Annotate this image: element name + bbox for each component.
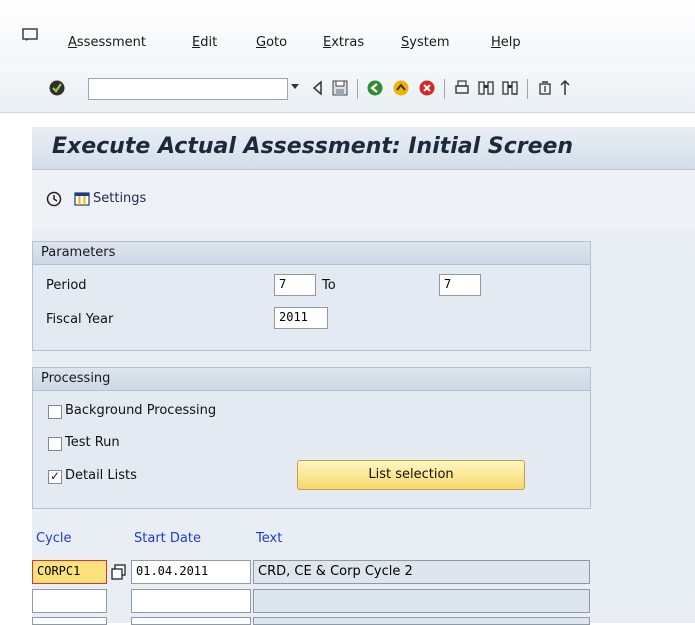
- start-date-cell[interactable]: [131, 617, 251, 625]
- test-run-checkbox[interactable]: [48, 437, 62, 451]
- cycle-cell[interactable]: CORPC1: [32, 560, 107, 584]
- text-cell: [253, 617, 590, 625]
- cycle-cell[interactable]: [32, 617, 107, 625]
- checkmark-icon: ✓: [50, 469, 61, 483]
- settings-button[interactable]: Settings: [93, 191, 146, 206]
- fiscal-year-label: Fiscal Year: [46, 312, 114, 327]
- menu-icon[interactable]: [22, 28, 38, 42]
- execute-clock-icon[interactable]: [46, 191, 62, 207]
- toolbar-separator: [444, 79, 445, 99]
- menu-extras[interactable]: Extras: [323, 35, 364, 50]
- text-cell: CRD, CE & Corp Cycle 2: [253, 560, 590, 584]
- system-toolbar: [0, 62, 695, 113]
- period-label: Period: [46, 278, 87, 293]
- title-bar: Execute Actual Assessment: Initial Scree…: [32, 127, 695, 170]
- start-date-column-header: Start Date: [134, 531, 201, 546]
- detail-lists-label: Detail Lists: [65, 468, 137, 483]
- find-next-icon[interactable]: [501, 79, 519, 97]
- first-page-icon[interactable]: [536, 79, 554, 97]
- cycle-column-header: Cycle: [36, 531, 72, 546]
- menu-goto[interactable]: Goto: [256, 35, 287, 50]
- menu-help[interactable]: Help: [491, 35, 521, 50]
- exit-icon[interactable]: [392, 79, 410, 97]
- text-column-header: Text: [256, 531, 283, 546]
- to-label: To: [322, 278, 336, 293]
- menu-system[interactable]: System: [401, 35, 450, 50]
- toolbar-separator: [357, 79, 358, 99]
- command-field[interactable]: [88, 78, 288, 100]
- print-icon[interactable]: [453, 79, 471, 97]
- processing-title: Processing: [41, 371, 111, 386]
- back-triangle-icon[interactable]: [309, 79, 327, 97]
- cancel-icon[interactable]: [418, 79, 436, 97]
- menu-assessment[interactable]: Assessment: [68, 35, 146, 50]
- period-to-field[interactable]: 7: [439, 274, 481, 296]
- value-help-icon[interactable]: [111, 564, 127, 580]
- cycle-cell[interactable]: [32, 589, 107, 613]
- parameters-title: Parameters: [41, 245, 116, 260]
- parameters-header: Parameters: [33, 242, 590, 265]
- page-title: Execute Actual Assessment: Initial Scree…: [52, 134, 574, 159]
- background-processing-checkbox[interactable]: [48, 405, 62, 419]
- menu-bar: Assessment Edit Goto Extras System Help: [0, 0, 695, 62]
- settings-table-icon[interactable]: [74, 191, 90, 207]
- back-icon[interactable]: [366, 79, 384, 97]
- test-run-label: Test Run: [65, 435, 120, 450]
- start-date-cell[interactable]: 01.04.2011: [131, 560, 251, 584]
- dropdown-icon[interactable]: [290, 81, 300, 91]
- processing-header: Processing: [33, 368, 590, 391]
- prev-page-icon[interactable]: [556, 79, 574, 97]
- detail-lists-checkbox[interactable]: ✓: [48, 469, 62, 484]
- save-icon[interactable]: [331, 79, 349, 97]
- application-toolbar: Settings: [32, 170, 695, 230]
- fiscal-year-field[interactable]: 2011: [274, 307, 328, 329]
- find-icon[interactable]: [477, 79, 495, 97]
- check-icon[interactable]: [48, 79, 66, 97]
- toolbar-separator: [527, 79, 528, 99]
- parameters-group: Parameters: [32, 241, 591, 351]
- period-from-field[interactable]: 7: [274, 274, 316, 296]
- menu-edit[interactable]: Edit: [192, 35, 217, 50]
- text-cell: [253, 589, 590, 613]
- start-date-cell[interactable]: [131, 589, 251, 613]
- list-selection-button[interactable]: List selection: [297, 460, 525, 490]
- background-processing-label: Background Processing: [65, 403, 217, 418]
